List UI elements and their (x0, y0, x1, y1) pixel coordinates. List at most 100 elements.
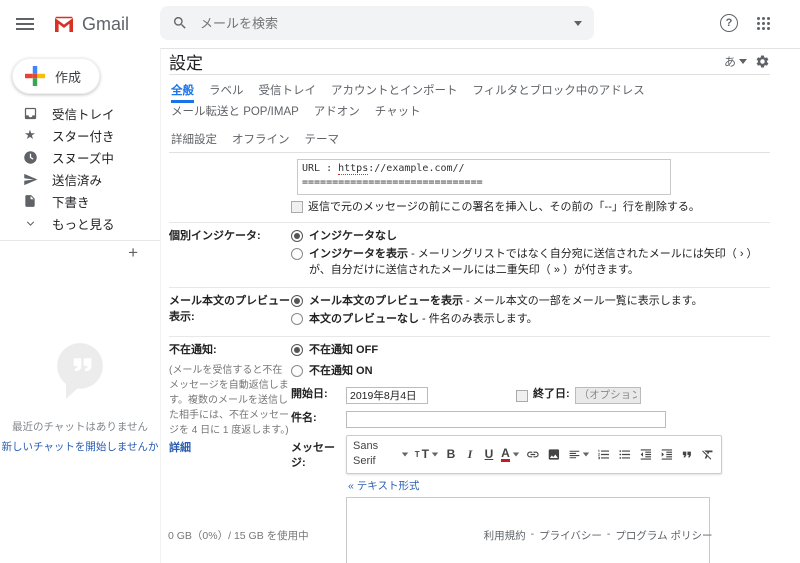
preview-none-label: 本文のプレビューなし (309, 313, 419, 325)
vacation-on-radio[interactable] (291, 365, 303, 377)
plain-text-link[interactable]: « テキスト形式 (348, 480, 419, 492)
sidebar-item-label: 下書き (52, 192, 90, 211)
new-chat-plus-icon[interactable]: + (0, 241, 160, 263)
text-color-button[interactable]: A (502, 447, 519, 462)
vacation-off-radio[interactable] (291, 344, 303, 356)
signature-insert-label: 返信で元のメッセージの前にこの署名を挿入し、その前の「--」行を削除する。 (308, 200, 700, 216)
search-bar[interactable] (160, 6, 594, 40)
gmail-logo[interactable]: Gmail (52, 12, 129, 36)
draft-icon (22, 193, 38, 209)
sidebar-item-sent[interactable]: 送信済み (0, 168, 160, 190)
settings-header: 設定 あ (169, 49, 770, 75)
tab-inbox[interactable]: 受信トレイ (259, 82, 317, 103)
chat-start-link[interactable]: 新しいチャットを開始しませんか (0, 439, 160, 454)
indicator-show-label: インジケータを表示 (309, 248, 408, 260)
hangouts-logo-icon (49, 338, 111, 404)
align-button[interactable] (568, 447, 591, 462)
search-options-chevron-icon[interactable] (574, 21, 582, 26)
indicator-show-radio[interactable] (291, 248, 303, 260)
start-date-input[interactable] (346, 387, 428, 404)
subject-input[interactable] (346, 411, 666, 428)
underline-button[interactable]: U (483, 446, 495, 463)
tab-labels[interactable]: ラベル (209, 82, 244, 103)
tab-general[interactable]: 全般 (171, 82, 194, 103)
app-name: Gmail (82, 14, 129, 35)
settings-main: 設定 あ 全般 ラベル 受信トレイ アカウントとインポート フィルタとブロック中… (160, 48, 800, 563)
hamburger-menu-icon[interactable] (16, 18, 34, 20)
vacation-description: (メールを受信すると不在メッセージを自動返信します。複数のメールを送信した相手に… (169, 363, 291, 438)
compose-button[interactable]: 作成 (12, 58, 100, 94)
input-tools-button[interactable]: あ (724, 53, 747, 70)
indicator-none-radio[interactable] (291, 230, 303, 242)
inbox-icon (22, 105, 38, 121)
formatting-toolbar: Sans Serif TT B I U A (346, 435, 722, 475)
vacation-off-label: 不在通知 OFF (309, 344, 378, 356)
terms-link[interactable]: 利用規約 (484, 528, 526, 543)
tab-forwarding-pop-imap[interactable]: メール転送と POP/IMAP (171, 103, 299, 124)
sidebar-item-drafts[interactable]: 下書き (0, 190, 160, 212)
numbered-list-icon[interactable] (597, 447, 611, 462)
privacy-link[interactable]: プライバシー (539, 528, 602, 543)
chevron-down-icon (22, 215, 38, 231)
font-size-button[interactable]: TT (416, 446, 438, 463)
gear-icon[interactable] (755, 54, 770, 69)
tab-themes[interactable]: テーマ (305, 131, 340, 152)
help-icon[interactable]: ? (720, 14, 738, 32)
align-chevron-icon (583, 452, 589, 456)
sidebar-item-inbox[interactable]: 受信トレイ (0, 102, 160, 124)
sidebar-item-starred[interactable]: ★ スター付き (0, 124, 160, 146)
end-date-input[interactable] (575, 387, 641, 404)
signature-editor[interactable]: URL : https://example.com// ============… (297, 159, 671, 195)
apps-grid-icon[interactable] (756, 16, 772, 32)
sidebar: 作成 受信トレイ ★ スター付き スヌーズ中 送信済み (0, 48, 160, 563)
search-icon (172, 15, 188, 31)
preview-show-desc: - メール本文の一部をメール一覧に表示します。 (463, 295, 703, 307)
message-label: メッセージ: (291, 441, 346, 473)
clock-icon (22, 149, 38, 165)
insert-image-icon[interactable] (547, 447, 561, 462)
sidebar-item-more[interactable]: もっと見る (0, 212, 160, 234)
storage-usage: 0 GB（0%）/ 15 GB を使用中 (168, 528, 309, 543)
remove-formatting-icon[interactable] (701, 447, 715, 462)
insert-link-icon[interactable] (526, 447, 540, 462)
signature-text: ://example.com// (368, 163, 464, 174)
signature-insert-checkbox[interactable] (291, 201, 303, 213)
footer-separator: - (531, 528, 535, 543)
gmail-settings-page: Gmail ? 作成 受信トレイ (0, 0, 800, 563)
sidebar-item-snoozed[interactable]: スヌーズ中 (0, 146, 160, 168)
tab-filters-blocked[interactable]: フィルタとブロック中のアドレス (473, 82, 645, 103)
indent-decrease-icon[interactable] (639, 447, 653, 462)
tab-addons[interactable]: アドオン (314, 103, 360, 124)
preview-show-label: メール本文のプレビューを表示 (309, 295, 463, 307)
tab-offline[interactable]: オフライン (232, 131, 290, 152)
star-icon: ★ (22, 127, 38, 143)
search-input[interactable] (198, 15, 574, 32)
indicator-none-label: インジケータなし (309, 230, 397, 242)
preview-none-radio[interactable] (291, 313, 303, 325)
end-date-checkbox[interactable] (516, 390, 528, 402)
bold-button[interactable]: B (445, 446, 457, 463)
vacation-label: 不在通知: (169, 344, 217, 356)
sidebar-item-label: スヌーズ中 (52, 148, 114, 167)
tab-accounts-import[interactable]: アカウントとインポート (331, 82, 458, 103)
tab-chat[interactable]: チャット (375, 103, 421, 124)
font-chevron-icon (402, 452, 408, 456)
quote-icon[interactable] (680, 447, 694, 462)
indent-increase-icon[interactable] (660, 447, 674, 462)
preview-show-radio[interactable] (291, 295, 303, 307)
vacation-details-link[interactable]: 詳細 (169, 442, 191, 454)
indicator-label: 個別インジケータ: (169, 229, 291, 281)
program-policies-link[interactable]: プログラム ポリシー (615, 528, 712, 543)
italic-button[interactable]: I (464, 446, 476, 463)
chat-empty-text: 最近のチャットはありません (0, 419, 160, 434)
subject-label: 件名: (291, 411, 346, 427)
size-small-glyph: T (415, 449, 420, 461)
settings-tabs-row2: 詳細設定 オフライン テーマ (169, 124, 770, 153)
input-tools-chevron-icon (739, 59, 747, 64)
tab-advanced[interactable]: 詳細設定 (171, 131, 217, 152)
preview-label: メール本文のプレビュー表示: (169, 294, 291, 330)
gmail-m-icon (52, 12, 76, 36)
font-family-button[interactable]: Sans Serif (353, 439, 409, 471)
preview-section: メール本文のプレビュー表示: メール本文のプレビューを表示 - メール本文の一部… (169, 288, 770, 337)
bulleted-list-icon[interactable] (618, 447, 632, 462)
